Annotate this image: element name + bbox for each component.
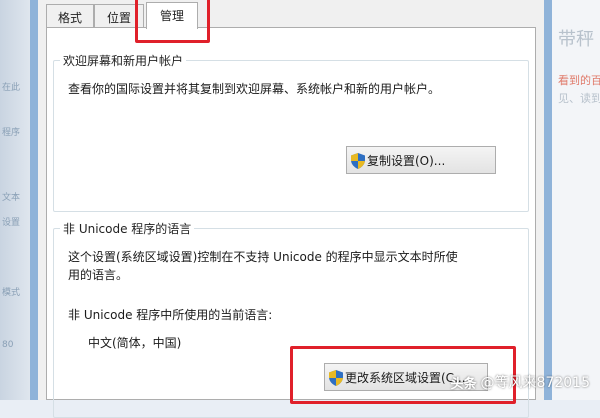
copy-settings-label: 复制设置(O)... bbox=[367, 153, 446, 168]
background-text: 见、读到 bbox=[558, 92, 600, 105]
uac-shield-icon bbox=[329, 370, 343, 386]
background-text: 80 bbox=[2, 340, 14, 350]
non-unicode-description: 用的语言。 bbox=[68, 268, 129, 282]
dialog-body: 格式 位置 管理 欢迎屏幕和新用户帐户 查看你的国际设置并将其复制到欢迎屏幕、系… bbox=[38, 0, 544, 418]
background-right-panel: 带秤 看到的百度 见、读到 bbox=[552, 0, 600, 400]
background-text: 看到的百度 bbox=[558, 74, 600, 87]
background-text: 带秤 bbox=[558, 29, 594, 50]
copy-settings-button[interactable]: 复制设置(O)... bbox=[346, 146, 496, 174]
background-text: 模式 bbox=[2, 288, 21, 298]
watermark-text: @等风来872015 bbox=[480, 375, 590, 391]
watermark-logo: 头条 bbox=[450, 376, 477, 392]
background-text: 设置 bbox=[2, 218, 21, 228]
welcome-description: 查看你的国际设置并将其复制到欢迎屏幕、系统帐户和新的用户帐户。 bbox=[68, 82, 441, 96]
non-unicode-group-title: 非 Unicode 程序的语言 bbox=[60, 220, 195, 237]
current-language-label: 非 Unicode 程序中所使用的当前语言: bbox=[68, 308, 273, 322]
non-unicode-description: 这个设置(系统区域设置)控制在不支持 Unicode 的程序中显示文本时所使 bbox=[68, 250, 458, 264]
tab-label: 管理 bbox=[159, 9, 184, 23]
tab-format[interactable]: 格式 bbox=[46, 4, 94, 28]
tab-location[interactable]: 位置 bbox=[94, 4, 144, 28]
watermark: 头条 @等风来872015 bbox=[451, 372, 590, 392]
tab-content-panel: 欢迎屏幕和新用户帐户 查看你的国际设置并将其复制到欢迎屏幕、系统帐户和新的用户帐… bbox=[46, 27, 536, 418]
welcome-group-title: 欢迎屏幕和新用户帐户 bbox=[60, 52, 187, 69]
tab-label: 位置 bbox=[106, 11, 131, 25]
background-text: 文本 bbox=[2, 193, 21, 203]
change-system-locale-label: 更改系统区域设置(C... bbox=[345, 370, 466, 385]
tab-label: 格式 bbox=[57, 11, 82, 25]
background-text: 在此 bbox=[2, 83, 21, 93]
background-text: 程序 bbox=[2, 128, 21, 138]
background-left-panel: 在此 程序 文本 设置 模式 80 bbox=[0, 0, 30, 400]
current-language-value: 中文(简体，中国) bbox=[88, 336, 182, 350]
tab-administrative[interactable]: 管理 bbox=[146, 2, 198, 29]
uac-shield-icon bbox=[351, 153, 365, 169]
welcome-group: 欢迎屏幕和新用户帐户 查看你的国际设置并将其复制到欢迎屏幕、系统帐户和新的用户帐… bbox=[53, 52, 529, 212]
region-dialog: 格式 位置 管理 欢迎屏幕和新用户帐户 查看你的国际设置并将其复制到欢迎屏幕、系… bbox=[30, 0, 552, 418]
